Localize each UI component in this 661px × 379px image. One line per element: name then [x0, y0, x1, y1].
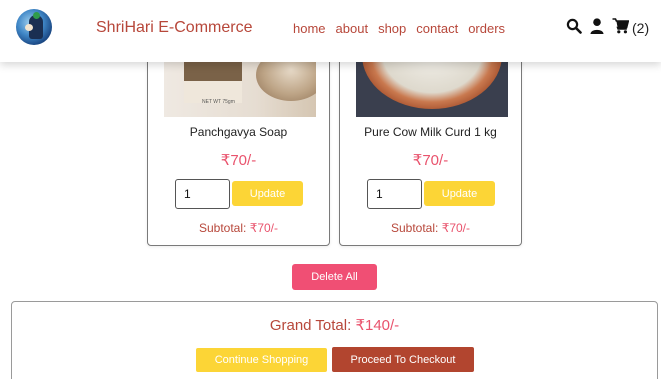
nav-contact[interactable]: contact: [416, 21, 458, 36]
header: ShriHari E-Commerce home about shop cont…: [0, 0, 661, 62]
continue-shopping-button[interactable]: Continue Shopping: [196, 348, 327, 372]
proceed-to-checkout-button[interactable]: Proceed To Checkout: [332, 347, 474, 372]
quantity-input[interactable]: [367, 179, 422, 209]
nav-home[interactable]: home: [293, 21, 326, 36]
grand-total-box: Grand Total: ₹140/- Continue Shopping Pr…: [11, 301, 658, 379]
nav-shop[interactable]: shop: [378, 21, 406, 36]
grand-total: Grand Total: ₹140/-: [12, 316, 657, 334]
update-button[interactable]: Update: [424, 181, 495, 206]
product-name: Panchgavya Soap: [189, 125, 288, 139]
grand-total-value: ₹140/-: [355, 317, 400, 334]
brand-name[interactable]: ShriHari E-Commerce: [96, 19, 252, 37]
quantity-input[interactable]: [175, 179, 230, 209]
nav-orders[interactable]: orders: [468, 21, 505, 36]
main-nav: home about shop contact orders: [293, 21, 515, 36]
grand-total-label: Grand Total:: [269, 317, 352, 334]
nav-about[interactable]: about: [336, 21, 369, 36]
subtotal: Subtotal: ₹70/-: [148, 221, 329, 235]
product-price: ₹70/-: [220, 152, 257, 169]
cart-count[interactable]: (2): [632, 20, 649, 36]
delete-all-button[interactable]: Delete All: [292, 264, 377, 290]
product-card: Pure Cow Milk Curd 1 kg ₹70/- Update Sub…: [339, 40, 522, 246]
subtotal: Subtotal: ₹70/-: [340, 221, 521, 235]
product-name: Pure Cow Milk Curd 1 kg: [364, 125, 497, 139]
subtotal-label: Subtotal:: [198, 221, 247, 235]
image-label: NET WT 75gm: [202, 99, 235, 105]
cart-icon[interactable]: [612, 17, 630, 39]
subtotal-amount: ₹70/-: [441, 221, 471, 235]
subtotal-amount: ₹70/-: [249, 221, 279, 235]
product-price: ₹70/-: [412, 152, 449, 169]
subtotal-label: Subtotal:: [390, 221, 439, 235]
search-icon[interactable]: [566, 18, 582, 39]
header-icons: (2): [566, 17, 649, 39]
logo[interactable]: [16, 9, 52, 45]
update-button[interactable]: Update: [232, 181, 303, 206]
product-card: NET WT 75gm Panchgavya Soap ₹70/- Update…: [147, 40, 330, 246]
user-icon[interactable]: [590, 17, 604, 39]
